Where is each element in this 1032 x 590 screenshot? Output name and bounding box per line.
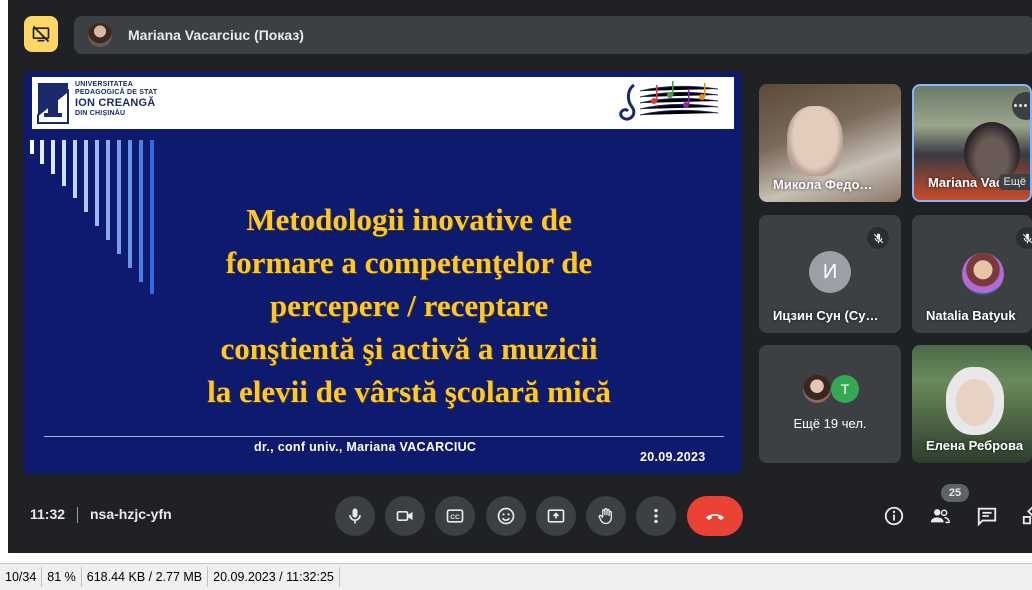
more-tag[interactable]: Ещё [999,174,1030,190]
more-participants-tile[interactable]: Т Ещё 19 чел. [759,345,901,463]
present-screen-button[interactable] [536,496,576,536]
mic-off-icon [1022,233,1032,243]
participant-avatar: И [809,251,851,293]
meeting-code[interactable]: nsa-hzjc-yfn [90,506,172,522]
people-icon [930,509,950,524]
slide-author: dr., conf univ., Mariana VACARCIUC [254,440,477,454]
activities-button[interactable] [1018,502,1032,530]
present-off-icon [32,25,50,43]
captions-icon: CC [446,509,464,523]
participant-tile-active[interactable]: Mariana Vac Ещё [912,84,1032,202]
presenter-label: Mariana Vacarciuc (Показ) [128,27,304,43]
people-button[interactable] [926,502,954,530]
slide-header: UNIVERSITATEA PEDAGOGICĂ DE STAT ION CRE… [32,77,734,129]
mic-off-icon [873,233,883,243]
more-vert-icon [654,508,658,524]
participant-tile[interactable]: Микола Федо… [759,84,901,202]
svg-text:CC: CC [450,514,460,521]
more-vert-icon [1019,104,1022,107]
participant-name: Микола Федо… [773,177,873,192]
divider [77,507,78,523]
viewer-status-bar: 10/34 81 % 618.44 KB / 2.77 MB 20.09.202… [0,563,1032,590]
hangup-icon [706,514,724,520]
tile-options-button[interactable] [1012,92,1030,120]
participant-tile[interactable]: И Ицзин Сун (Су… [759,215,901,333]
participant-tile[interactable]: Natalia Batyuk [912,215,1032,333]
zoom-level: 81 % [42,567,82,587]
meeting-details-button[interactable] [880,502,908,530]
camera-icon [396,511,413,521]
chat-button[interactable] [973,502,1001,530]
mic-off-indicator [867,227,889,249]
participant-avatar: Т [831,375,859,403]
meeting-clock: 11:32 [30,506,66,522]
raise-hand-button[interactable] [586,496,626,536]
leave-call-button[interactable] [687,496,743,536]
shared-slide: UNIVERSITATEA PEDAGOGICĂ DE STAT ION CRE… [24,72,742,474]
reactions-button[interactable] [486,496,526,536]
camera-button[interactable] [385,496,425,536]
slide-divider [44,436,724,437]
meet-window: Mariana Vacarciuc (Показ) UNIVERSITATEA … [8,0,1032,553]
participant-avatar [803,375,831,403]
participant-tile[interactable]: Елена Реброва [912,345,1032,463]
activities-icon [1022,506,1032,525]
university-name: UNIVERSITATEA PEDAGOGICĂ DE STAT ION CRE… [75,81,158,117]
participant-video [946,367,1004,435]
page-indicator: 10/34 [0,567,43,587]
info-icon [884,506,904,526]
captions-button[interactable]: CC [435,496,475,536]
present-toggle-button[interactable] [24,16,58,52]
participant-name: Ицзин Сун (Су… [773,308,879,323]
presentation-bar[interactable]: Mariana Vacarciuc (Показ) [74,16,1032,54]
music-staff-icon [619,81,719,121]
slide-date: 20.09.2023 [640,450,706,464]
participant-name: Natalia Batyuk [926,308,1016,323]
participant-avatar [962,253,1004,295]
hand-icon [598,508,612,525]
present-icon [547,509,565,523]
emoji-icon [497,507,515,525]
participant-count-badge: 25 [941,484,969,502]
university-logo-icon [37,83,69,124]
more-participants-label: Ещё 19 чел. [793,416,867,431]
presenter-avatar [88,23,112,47]
slide-title: Metodologii inovative de formare a compe… [207,202,611,409]
mic-icon [349,508,361,524]
participant-name: Елена Реброва [926,438,1024,453]
chat-icon [977,507,997,527]
file-size: 618.44 KB / 2.77 MB [82,567,209,587]
participant-video [787,106,843,176]
mic-off-indicator [1016,227,1032,249]
more-options-button[interactable] [636,496,676,536]
mic-button[interactable] [335,496,375,536]
participant-name: Mariana Vac [928,175,1004,190]
capture-datetime: 20.09.2023 / 11:32:25 [208,567,340,587]
